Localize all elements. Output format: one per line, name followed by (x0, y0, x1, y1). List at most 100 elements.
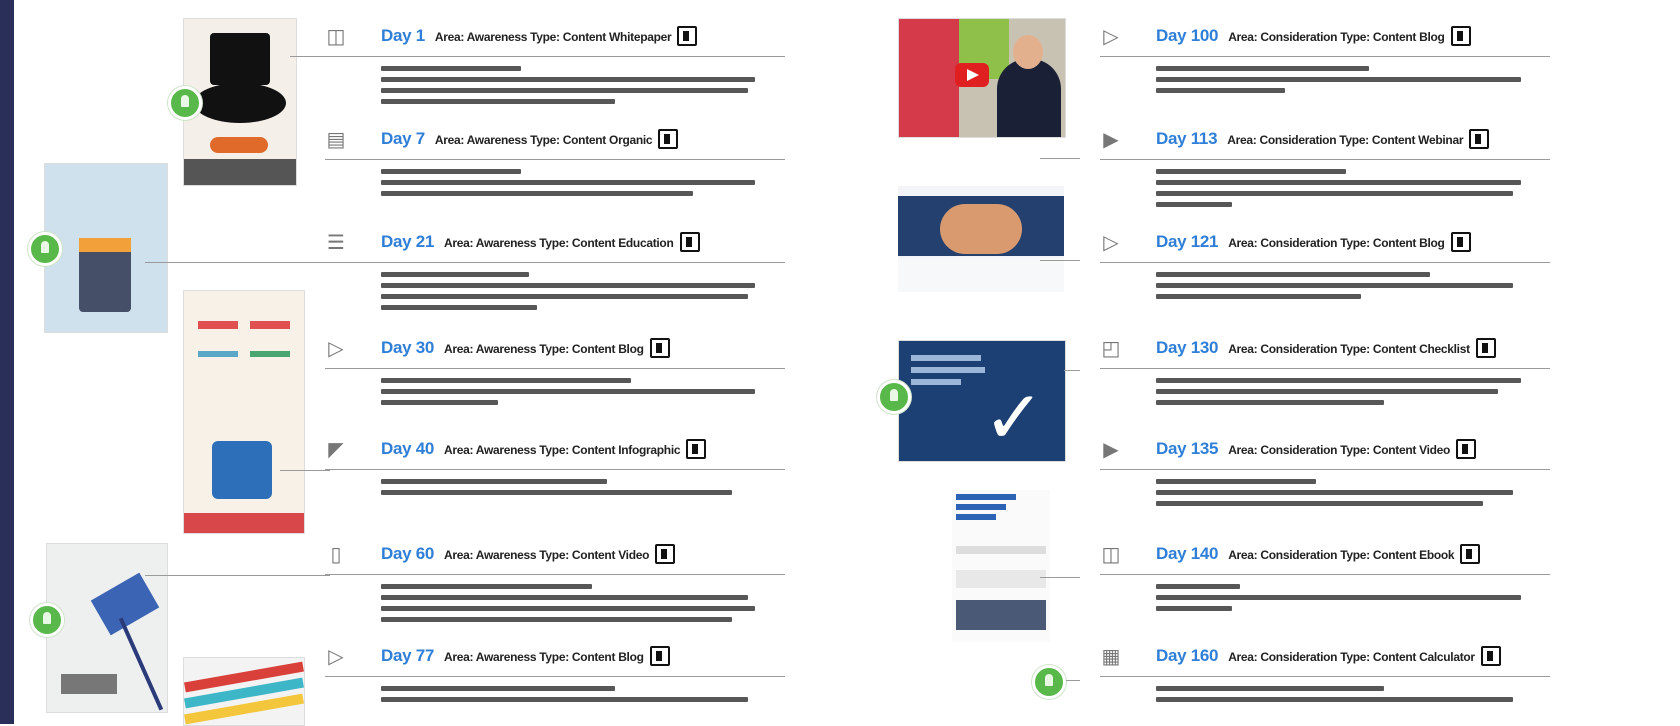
entry-title[interactable]: Day 160 Area: Consideration Type: Content… (1156, 645, 1501, 667)
timeline-entry[interactable]: ▷ Day 100 Area: Consideration Type: Conte… (1100, 10, 1620, 100)
divider (1100, 574, 1550, 575)
document-fold-icon: ◤ (328, 437, 344, 461)
entry-description (381, 479, 771, 501)
content-type-badge-icon (677, 25, 698, 46)
timeline-entry[interactable]: ◤ Day 40 Area: Awareness Type: Content In… (325, 423, 785, 513)
location-pin-icon (30, 603, 64, 637)
entry-title[interactable]: Day 113 Area: Consideration Type: Content… (1156, 128, 1490, 150)
play-circle-icon: ▶ (1103, 127, 1119, 151)
entry-title[interactable]: Day 140 Area: Consideration Type: Content… (1156, 543, 1481, 565)
entry-title[interactable]: Day 30 Area: Awareness Type: Content Blog (381, 337, 670, 359)
tag-icon: ▷ (1103, 230, 1119, 254)
divider (1100, 56, 1550, 57)
timeline-entry[interactable]: ▦ Day 160 Area: Consideration Type: Conte… (1100, 630, 1640, 720)
divider (325, 368, 785, 369)
document-search-icon: ☰ (327, 230, 345, 254)
content-type-badge-icon (1460, 543, 1481, 564)
entry-title[interactable]: Day 121 Area: Consideration Type: Content… (1156, 231, 1471, 253)
timeline-entry[interactable]: ▯ Day 60 Area: Awareness Type: Content Vi… (325, 528, 785, 622)
location-pin-icon (877, 380, 911, 414)
left-timeline-column: ◫ Day 1 Area: Awareness Type: Content Whi… (325, 0, 795, 724)
book-icon: ◫ (1101, 542, 1121, 566)
entry-title[interactable]: Day 130 Area: Consideration Type: Content… (1156, 337, 1496, 359)
infographic-thumbnail[interactable] (183, 290, 305, 534)
content-type-badge-icon (649, 645, 670, 666)
connector-line (145, 575, 330, 576)
entry-description (1156, 584, 1536, 617)
entry-title[interactable]: Day 40 Area: Awareness Type: Content Info… (381, 438, 707, 460)
entry-title[interactable]: Day 21 Area: Awareness Type: Content Educ… (381, 231, 700, 253)
handshake-thumbnail[interactable] (898, 186, 1064, 292)
location-pin-icon (1032, 665, 1066, 699)
divider (325, 574, 785, 575)
content-type-badge-icon (1450, 25, 1471, 46)
content-type-badge-icon (679, 231, 700, 252)
content-type-badge-icon (655, 543, 676, 564)
entry-description (1156, 66, 1536, 99)
divider (1100, 676, 1550, 677)
connector-line (280, 470, 330, 471)
entry-description (381, 66, 771, 110)
content-type-badge-icon (658, 128, 679, 149)
entry-title[interactable]: Day 135 Area: Consideration Type: Content… (1156, 438, 1477, 460)
timeline-entry[interactable]: ☰ Day 21 Area: Awareness Type: Content Ed… (325, 216, 785, 310)
divider (325, 676, 785, 677)
divider (325, 56, 785, 57)
divider (325, 469, 785, 470)
content-type-badge-icon (686, 438, 707, 459)
timeline-entry[interactable]: ▷ Day 77 Area: Awareness Type: Content Bl… (325, 630, 785, 720)
timeline-entry[interactable]: ◰ Day 130 Area: Consideration Type: Conte… (1100, 322, 1620, 412)
divider (1100, 159, 1550, 160)
left-edge-bar (0, 0, 14, 724)
content-type-badge-icon (1469, 128, 1490, 149)
entry-description (381, 584, 771, 628)
entry-title[interactable]: Day 1 Area: Awareness Type: Content White… (381, 25, 698, 47)
timeline-entry[interactable]: ▷ Day 30 Area: Awareness Type: Content Bl… (325, 322, 785, 412)
calculator-icon: ▦ (1101, 644, 1121, 668)
timeline-entry[interactable]: ◫ Day 1 Area: Awareness Type: Content Whi… (325, 10, 785, 104)
entry-description (381, 272, 771, 316)
tag-icon: ▷ (1103, 24, 1119, 48)
colorful-stripes-thumbnail[interactable] (183, 657, 305, 726)
entry-description (1156, 378, 1536, 411)
connector-line (1066, 680, 1080, 681)
entry-title[interactable]: Day 60 Area: Awareness Type: Content Vide… (381, 543, 676, 565)
timeline-entry[interactable]: ◫ Day 140 Area: Consideration Type: Conte… (1100, 528, 1620, 618)
divider (1100, 368, 1550, 369)
connector-line (1040, 260, 1080, 261)
entry-description (1156, 686, 1536, 708)
timeline-entry[interactable]: ▤ Day 7 Area: Awareness Type: Content Org… (325, 113, 785, 203)
connector-line (290, 56, 330, 57)
checklist-thumbnail[interactable]: ✓ (898, 340, 1066, 462)
entry-description (1156, 169, 1536, 213)
entry-title[interactable]: Day 100 Area: Consideration Type: Content… (1156, 25, 1471, 47)
timeline-entry[interactable]: ▶ Day 135 Area: Consideration Type: Conte… (1100, 423, 1620, 513)
play-circle-icon: ▶ (1103, 437, 1119, 461)
tag-icon: ▷ (328, 644, 344, 668)
tag-icon: ▷ (328, 336, 344, 360)
video-speaker-thumbnail[interactable] (898, 18, 1066, 138)
entry-description (1156, 272, 1536, 305)
right-timeline-column: ▷ Day 100 Area: Consideration Type: Conte… (1100, 0, 1660, 724)
flyswatter-illustration-thumbnail[interactable] (46, 543, 168, 713)
ebook-cover-thumbnail[interactable] (952, 490, 1050, 642)
divider (325, 159, 785, 160)
entry-title[interactable]: Day 77 Area: Awareness Type: Content Blog (381, 645, 670, 667)
location-pin-icon (28, 232, 62, 266)
connector-line (1040, 577, 1080, 578)
tags-icon: ◰ (1101, 336, 1121, 360)
content-type-badge-icon (1450, 231, 1471, 252)
divider (1100, 262, 1550, 263)
connector-line (145, 262, 330, 263)
connector-line (1040, 158, 1080, 159)
entry-title[interactable]: Day 7 Area: Awareness Type: Content Organ… (381, 128, 679, 150)
content-type-badge-icon (649, 337, 670, 358)
location-pin-icon (168, 86, 202, 120)
entry-description (381, 378, 771, 411)
document-icon: ▤ (326, 127, 346, 151)
timeline-entry[interactable]: ▷ Day 121 Area: Consideration Type: Conte… (1100, 216, 1620, 306)
calendar-illustration-thumbnail[interactable] (44, 163, 168, 333)
timeline-entry[interactable]: ▶ Day 113 Area: Consideration Type: Conte… (1100, 113, 1620, 207)
connector-line (1064, 370, 1080, 371)
content-type-badge-icon (1475, 337, 1496, 358)
